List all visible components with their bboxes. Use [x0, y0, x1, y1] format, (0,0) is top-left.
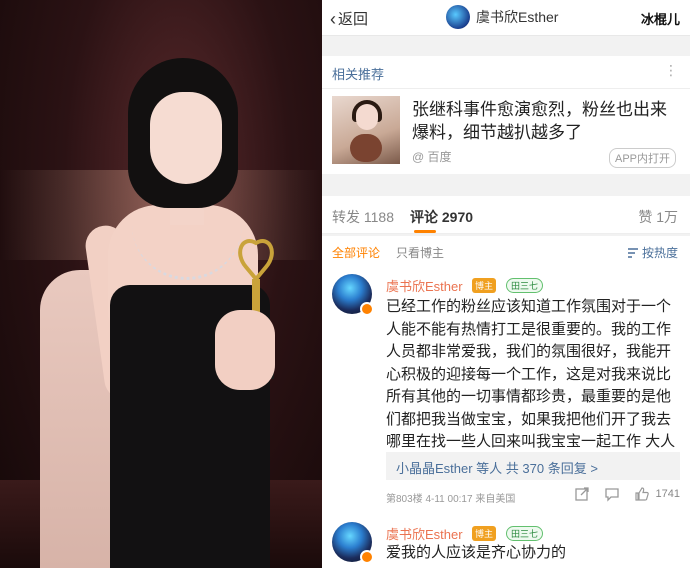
face: [150, 92, 222, 184]
tab-repost[interactable]: 转发 1188: [332, 207, 394, 227]
like-count: 1741: [655, 488, 680, 500]
comment-item: 虞书欣Esther 博主 田三七 爱我的人应该是齐心协力的: [322, 514, 690, 568]
hands: [215, 310, 275, 390]
thumb-face: [356, 104, 378, 130]
owner-tag: 博主: [472, 278, 497, 293]
related-recommendation[interactable]: 相关推荐 ⋮ 张继科事件愈演愈烈，粉丝也出来爆料，细节越扒越多了 @ 百度 AP…: [322, 56, 690, 174]
weibo-app: ‹ 返回 虞书欣Esther 冰棍儿 相关推荐 ⋮ 张继科事件愈演愈烈，粉丝也出…: [322, 0, 690, 568]
comment-meta: 第803楼 4-11 00:17 来自美国: [386, 494, 516, 505]
comment-filter: 全部评论 只看博主 按热度: [322, 236, 690, 266]
rec-source: @ 百度: [412, 150, 452, 164]
sort-button[interactable]: 按热度: [627, 244, 678, 261]
watermark: 冰棍儿: [640, 12, 680, 27]
filter-owner[interactable]: 只看博主: [396, 244, 444, 261]
filter-all[interactable]: 全部评论: [332, 244, 380, 261]
sort-label: 按热度: [641, 246, 678, 260]
back-label: 返回: [338, 11, 369, 28]
nav-user[interactable]: 虞书欣Esther: [446, 5, 558, 29]
comment-actions: 1741: [574, 486, 680, 502]
nav-username: 虞书欣Esther: [476, 9, 559, 25]
rec-thumbnail[interactable]: [332, 96, 400, 164]
replies-link[interactable]: 小晶晶Esther 等人 共 370 条回复 >: [396, 458, 598, 477]
comment-item: 虞书欣Esther 博主 田三七 已经工作的粉丝应该知道工作氛围对于一个人能不能…: [322, 266, 690, 514]
avatar: [446, 5, 470, 29]
verified-badge-icon: [360, 550, 374, 564]
comment-icon[interactable]: [604, 486, 620, 502]
open-in-app-button[interactable]: APP内打开: [608, 148, 676, 168]
verified-badge-icon: [360, 302, 374, 316]
comment-text: 已经工作的粉丝应该知道工作氛围对于一个人能不能有热情打工是很重要的。我的工作人员…: [386, 298, 676, 473]
divider: [322, 88, 690, 89]
back-button[interactable]: ‹ 返回: [330, 8, 368, 29]
active-tab-indicator: [414, 230, 436, 233]
more-icon[interactable]: ⋮: [664, 62, 678, 79]
fan-badge[interactable]: 田三七: [506, 526, 544, 541]
tab-comments[interactable]: 评论 2970: [410, 207, 473, 227]
like-icon[interactable]: [634, 486, 650, 502]
event-photo: [0, 0, 322, 568]
rec-title[interactable]: 张继科事件愈演愈烈，粉丝也出来爆料，细节越扒越多了: [412, 98, 670, 144]
owner-tag: 博主: [472, 526, 497, 541]
share-icon[interactable]: [574, 486, 590, 502]
rec-header: 相关推荐: [332, 67, 385, 82]
tab-likes[interactable]: 赞 1万: [638, 207, 678, 227]
replies-summary[interactable]: 小晶晶Esther 等人 共 370 条回复 >: [386, 452, 680, 480]
comment-username[interactable]: 虞书欣Esther: [386, 524, 463, 543]
top-nav: ‹ 返回 虞书欣Esther 冰棍儿: [322, 0, 690, 36]
fan-badge[interactable]: 田三七: [506, 278, 544, 293]
comment-text: 爱我的人应该是齐心协力的: [386, 544, 567, 561]
back-chevron-icon: ‹: [330, 8, 336, 29]
thumb-dog: [350, 134, 382, 162]
sort-icon: [627, 247, 638, 258]
stats-bar: 转发 1188 评论 2970 赞 1万: [322, 196, 690, 234]
comment-username[interactable]: 虞书欣Esther: [386, 276, 463, 295]
